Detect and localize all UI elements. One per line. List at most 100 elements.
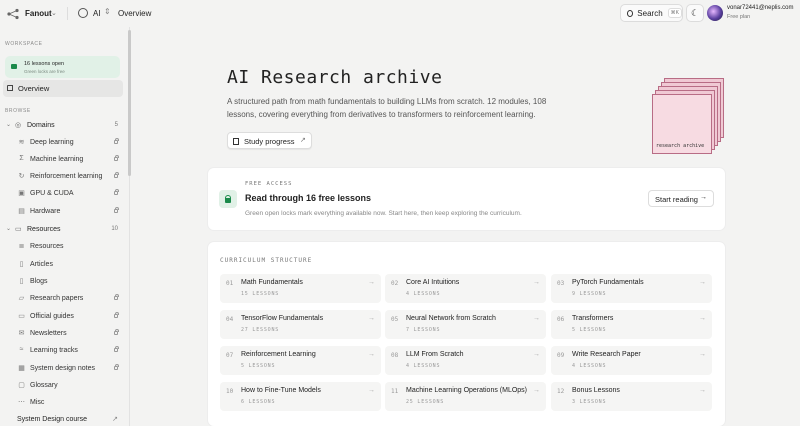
sidebar-group-domains[interactable]: ⌄ ◎ Domains 5 bbox=[0, 119, 128, 133]
search-shortcut: ⌘K bbox=[667, 8, 682, 18]
breadcrumb: Overview bbox=[118, 9, 152, 18]
lock-icon bbox=[114, 207, 119, 213]
module-lesson-count: 6 LESSONS bbox=[241, 399, 276, 405]
sidebar-item-resources[interactable]: ≣ Resources bbox=[0, 240, 128, 254]
module-card[interactable]: 09 Write Research Paper 4 LESSONS → bbox=[551, 346, 712, 375]
moon-icon: ☾ bbox=[690, 7, 700, 18]
sidebar-item-newsletters[interactable]: ✉ Newsletters bbox=[0, 327, 128, 341]
sidebar-item-learning-tracks[interactable]: ≈ Learning tracks bbox=[0, 344, 128, 358]
lock-icon bbox=[114, 329, 119, 335]
sidebar-item-gpu-cuda[interactable]: ▣ GPU & CUDA bbox=[0, 187, 128, 201]
divider bbox=[67, 7, 68, 20]
module-card[interactable]: 01 Math Fundamentals 15 LESSONS → bbox=[220, 274, 381, 303]
project-name[interactable]: AI bbox=[93, 9, 101, 18]
module-title: Core AI Intuitions bbox=[406, 279, 460, 286]
module-lesson-count: 7 LESSONS bbox=[406, 327, 441, 333]
project-icon bbox=[78, 8, 88, 18]
sidebar-item-glossary[interactable]: ▢ Glossary bbox=[0, 379, 128, 393]
sidebar-item-overview[interactable]: Overview bbox=[3, 80, 123, 97]
sidebar-item-deep-learning[interactable]: ≋ Deep learning bbox=[0, 136, 128, 150]
sidebar-item-label: Hardware bbox=[30, 208, 61, 215]
module-title: Machine Learning Operations (MLOps) bbox=[406, 387, 528, 394]
lock-icon bbox=[114, 155, 119, 161]
sidebar-item-hardware[interactable]: ▤ Hardware bbox=[0, 205, 128, 219]
module-card[interactable]: 10 How to Fine-Tune Models 6 LESSONS → bbox=[220, 382, 381, 411]
sidebar-item-misc[interactable]: ⋯ Misc bbox=[0, 396, 128, 410]
arrow-right-icon: → bbox=[699, 387, 706, 394]
module-number: 08 bbox=[391, 352, 399, 359]
module-title: TensorFlow Fundamentals bbox=[241, 315, 324, 322]
avatar[interactable] bbox=[707, 5, 723, 21]
sidebar-scrollbar[interactable] bbox=[128, 30, 131, 176]
module-card[interactable]: 03 PyTorch Fundamentals 9 LESSONS → bbox=[551, 274, 712, 303]
glossary-icon: ▢ bbox=[18, 382, 25, 389]
module-card[interactable]: 04 TensorFlow Fundamentals 27 LESSONS → bbox=[220, 310, 381, 339]
workspace-section-label: WORKSPACE bbox=[5, 41, 43, 47]
sidebar-item-label: Research papers bbox=[30, 295, 84, 302]
module-card[interactable]: 12 Bonus Lessons 3 LESSONS → bbox=[551, 382, 712, 411]
module-title: How to Fine-Tune Models bbox=[241, 387, 321, 394]
mail-icon: ✉ bbox=[18, 330, 25, 337]
sidebar-item-label: System Design course bbox=[17, 416, 88, 423]
module-card[interactable]: 11 Machine Learning Operations (MLOps) 25 … bbox=[385, 382, 546, 411]
button-label: Start reading bbox=[655, 195, 698, 204]
arrow-right-icon: → bbox=[699, 351, 706, 358]
chevron-down-icon: ⌄ bbox=[6, 122, 12, 128]
module-number: 11 bbox=[391, 388, 399, 395]
study-progress-button[interactable]: Study progress ↗ bbox=[227, 132, 312, 149]
arrow-right-icon: → bbox=[368, 351, 375, 358]
card-kicker: CURRICULUM STRUCTURE bbox=[220, 257, 313, 264]
theme-toggle-button[interactable]: ☾ bbox=[686, 4, 704, 22]
module-card[interactable]: 05 Neural Network from Scratch 7 LESSONS → bbox=[385, 310, 546, 339]
sidebar-item-blogs[interactable]: ▯ Blogs bbox=[0, 275, 128, 289]
arrow-right-icon: → bbox=[368, 387, 375, 394]
module-card[interactable]: 07 Reinforcement Learning 5 LESSONS → bbox=[220, 346, 381, 375]
free-lessons-card[interactable]: 16 lessons open Green locks are free bbox=[5, 56, 120, 78]
module-lesson-count: 25 LESSONS bbox=[406, 399, 445, 405]
lock-icon bbox=[114, 346, 119, 352]
module-number: 09 bbox=[557, 352, 565, 359]
module-lesson-count: 4 LESSONS bbox=[406, 291, 441, 297]
sidebar-item-label: Overview bbox=[18, 84, 50, 93]
module-lesson-count: 5 LESSONS bbox=[572, 327, 607, 333]
archive-sheet-front: research archive bbox=[652, 94, 712, 154]
sidebar-group-resources[interactable]: ⌄ ▭ Resources 10 bbox=[0, 223, 128, 237]
book-icon: ▭ bbox=[18, 313, 25, 320]
module-lesson-count: 3 LESSONS bbox=[572, 399, 607, 405]
external-link-icon: ↗ bbox=[300, 137, 306, 144]
layers-icon: ≋ bbox=[18, 139, 25, 146]
arrow-right-icon: → bbox=[699, 315, 706, 322]
sidebar-link-system-design-course[interactable]: System Design course ↗ bbox=[0, 413, 128, 426]
document-icon: ▯ bbox=[19, 261, 24, 268]
stack-icon: ≣ bbox=[18, 243, 25, 250]
arrow-right-icon: → bbox=[533, 315, 540, 322]
module-card[interactable]: 06 Transformers 5 LESSONS → bbox=[551, 310, 712, 339]
notion-icon bbox=[233, 138, 239, 145]
chevron-down-icon[interactable]: ⌄ bbox=[51, 9, 57, 17]
note-icon: ▦ bbox=[18, 365, 25, 372]
chevron-updown-icon[interactable]: ⇕ bbox=[104, 7, 111, 16]
module-title: Reinforcement Learning bbox=[241, 351, 316, 358]
page-title: AI Research archive bbox=[227, 67, 443, 88]
search-button[interactable]: Search ⌘K bbox=[620, 4, 683, 22]
module-lesson-count: 15 LESSONS bbox=[241, 291, 280, 297]
lock-icon bbox=[114, 189, 119, 195]
module-title: Neural Network from Scratch bbox=[406, 315, 496, 322]
module-card[interactable]: 02 Core AI Intuitions 4 LESSONS → bbox=[385, 274, 546, 303]
start-reading-button[interactable]: Start reading → bbox=[648, 190, 714, 207]
sidebar-item-articles[interactable]: ▯ Articles bbox=[0, 258, 128, 272]
module-number: 12 bbox=[557, 388, 565, 395]
search-icon bbox=[627, 9, 634, 17]
globe-icon: ◎ bbox=[15, 122, 22, 129]
sidebar-item-machine-learning[interactable]: Σ Machine learning bbox=[0, 153, 128, 167]
module-card[interactable]: 08 LLM From Scratch 4 LESSONS → bbox=[385, 346, 546, 375]
card-subtext: Green open locks mark everything availab… bbox=[245, 210, 522, 217]
module-lesson-count: 27 LESSONS bbox=[241, 327, 280, 333]
sidebar-item-reinforcement-learning[interactable]: ↻ Reinforcement learning bbox=[0, 170, 128, 184]
sidebar-item-research-papers[interactable]: ▱ Research papers bbox=[0, 292, 128, 306]
sidebar-item-system-design-notes[interactable]: ▦ System design notes bbox=[0, 362, 128, 376]
module-number: 04 bbox=[226, 316, 234, 323]
sidebar-item-label: Reinforcement learning bbox=[30, 173, 103, 180]
workspace-name[interactable]: Fanout bbox=[25, 9, 52, 18]
sidebar-item-official-guides[interactable]: ▭ Official guides bbox=[0, 310, 128, 324]
